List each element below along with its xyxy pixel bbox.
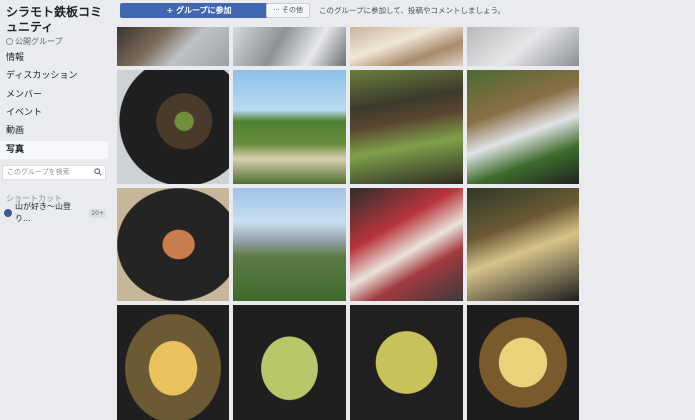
photo-thumbnail[interactable] [233,70,346,184]
search-icon[interactable] [94,168,102,176]
shortcut-item[interactable]: 山が好き～山登り... 20+ [4,202,108,223]
photo-thumbnail[interactable] [350,188,463,301]
group-nav: 情報 ディスカッション メンバー イベント 動画 写真 [0,50,108,161]
shortcut-avatar [4,209,12,217]
photo-thumbnail[interactable] [233,27,346,66]
nav-item-info[interactable]: 情報 [0,50,108,67]
more-button[interactable]: ··· その他 [266,3,310,18]
photo-thumbnail[interactable] [117,70,229,184]
nav-item-events[interactable]: イベント [0,105,108,122]
join-group-button[interactable]: + グループに参加 [120,3,278,18]
group-type: 公開グループ [6,36,63,47]
shortcut-badge: 20+ [89,208,106,218]
photo-thumbnail[interactable] [233,188,346,301]
photo-thumbnail[interactable] [467,27,579,66]
nav-item-discussion[interactable]: ディスカッション [0,68,108,85]
sidebar: シラモト鉄板コミュニティ 公開グループ 情報 ディスカッション メンバー イベン… [0,0,110,420]
photo-thumbnail[interactable] [117,305,229,420]
photo-grid [117,27,579,420]
join-prompt-text: このグループに参加して、投稿やコメントしましょう。 [319,6,505,15]
nav-item-videos[interactable]: 動画 [0,123,108,140]
nav-item-members[interactable]: メンバー [0,87,108,104]
group-type-label: 公開グループ [15,37,63,46]
photo-thumbnail[interactable] [467,305,579,420]
group-title[interactable]: シラモト鉄板コミュニティ [6,5,108,35]
photo-thumbnail[interactable] [350,305,463,420]
group-search-input[interactable]: このグループを検索 [2,165,106,180]
search-placeholder: このグループを検索 [7,168,70,176]
globe-icon [6,38,13,45]
photo-thumbnail[interactable] [467,70,579,184]
photo-thumbnail[interactable] [117,188,229,301]
photo-thumbnail[interactable] [467,188,579,301]
photo-thumbnail[interactable] [233,305,346,420]
photo-thumbnail[interactable] [350,70,463,184]
photo-thumbnail[interactable] [350,27,463,66]
shortcut-label: 山が好き～山登り... [14,202,71,223]
nav-item-photos[interactable]: 写真 [0,141,108,160]
photo-thumbnail[interactable] [117,27,229,66]
group-action-bar: + グループに参加 ··· その他 このグループに参加して、投稿やコメントしまし… [118,0,583,20]
